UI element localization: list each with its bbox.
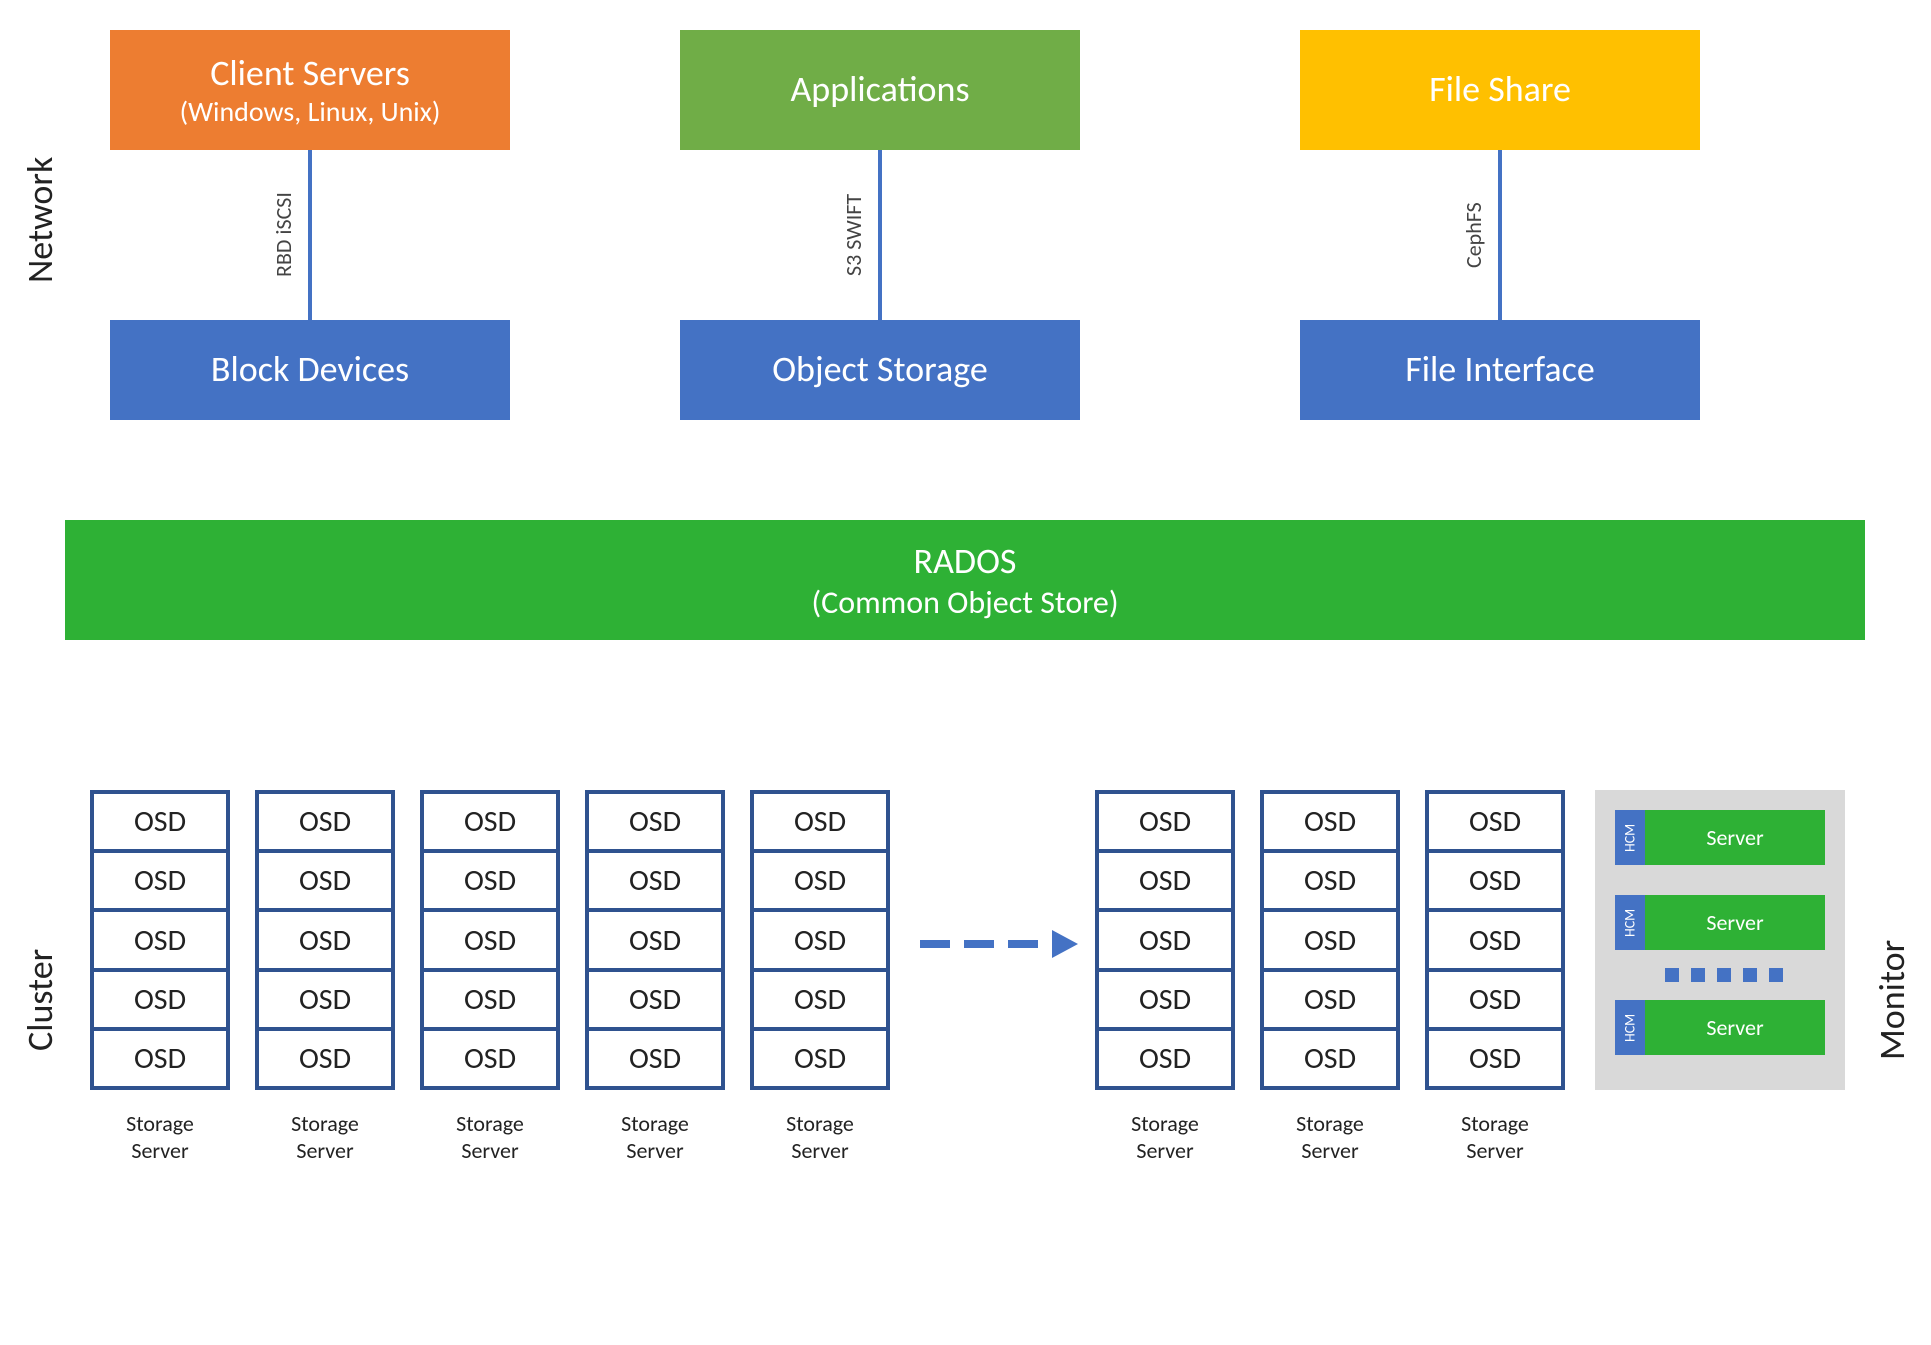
hcm-body: Server — [1645, 810, 1825, 865]
osd-cell: OSD — [94, 794, 226, 853]
osd-cell: OSD — [94, 1031, 226, 1086]
osd-cell: OSD — [754, 1031, 886, 1086]
hcm-tab: HCM — [1615, 810, 1645, 865]
osd-cell: OSD — [259, 912, 391, 971]
section-label-cluster: Cluster — [18, 900, 62, 1100]
section-label-network: Network — [18, 120, 62, 320]
hcm-server-2: HCM Server — [1615, 895, 1825, 950]
osd-cell: OSD — [1429, 972, 1561, 1031]
box-file-interface: File Interface — [1300, 320, 1700, 420]
osd-stack-7: OSDOSDOSDOSDOSD — [1260, 790, 1400, 1090]
applications-title: Applications — [790, 68, 969, 111]
osd-cell: OSD — [754, 794, 886, 853]
storage-server-label-3: StorageServer — [420, 1110, 560, 1164]
rados-title: RADOS — [914, 539, 1017, 583]
file-share-title: File Share — [1429, 68, 1571, 111]
hcm-body: Server — [1645, 895, 1825, 950]
osd-cell: OSD — [589, 853, 721, 912]
connector-label-rbd-iscsi: RBD iSCSI — [270, 170, 297, 300]
connector-s3-swift — [878, 150, 882, 320]
box-applications: Applications — [680, 30, 1080, 150]
osd-cell: OSD — [1429, 794, 1561, 853]
osd-cell: OSD — [424, 972, 556, 1031]
osd-cell: OSD — [259, 972, 391, 1031]
arrow-continuation — [920, 930, 1078, 958]
osd-cell: OSD — [589, 1031, 721, 1086]
osd-cell: OSD — [1099, 912, 1231, 971]
osd-cell: OSD — [259, 853, 391, 912]
hcm-server-3: HCM Server — [1615, 1000, 1825, 1055]
box-block-devices: Block Devices — [110, 320, 510, 420]
osd-cell: OSD — [1429, 1031, 1561, 1086]
osd-cell: OSD — [94, 912, 226, 971]
osd-cell: OSD — [1264, 912, 1396, 971]
osd-cell: OSD — [1099, 972, 1231, 1031]
client-servers-title: Client Servers — [210, 52, 410, 95]
osd-cell: OSD — [424, 794, 556, 853]
osd-stack-8: OSDOSDOSDOSDOSD — [1425, 790, 1565, 1090]
client-servers-subtitle: (Windows, Linux, Unix) — [180, 95, 441, 129]
osd-cell: OSD — [754, 972, 886, 1031]
osd-cell: OSD — [94, 972, 226, 1031]
file-interface-title: File Interface — [1405, 348, 1595, 391]
box-object-storage: Object Storage — [680, 320, 1080, 420]
osd-cell: OSD — [589, 912, 721, 971]
storage-server-label-2: StorageServer — [255, 1110, 395, 1164]
osd-cell: OSD — [754, 912, 886, 971]
storage-server-label-4: StorageServer — [585, 1110, 725, 1164]
osd-stack-2: OSDOSDOSDOSDOSD — [255, 790, 395, 1090]
osd-cell: OSD — [754, 853, 886, 912]
rados-subtitle: (Common Object Store) — [811, 583, 1118, 622]
osd-stack-1: OSDOSDOSDOSDOSD — [90, 790, 230, 1090]
osd-cell: OSD — [424, 912, 556, 971]
osd-stack-3: OSDOSDOSDOSDOSD — [420, 790, 560, 1090]
osd-cell: OSD — [1099, 1031, 1231, 1086]
osd-cell: OSD — [1099, 853, 1231, 912]
storage-server-label-1: StorageServer — [90, 1110, 230, 1164]
block-devices-title: Block Devices — [211, 348, 409, 391]
osd-cell: OSD — [1429, 912, 1561, 971]
osd-cell: OSD — [1264, 853, 1396, 912]
osd-cell: OSD — [1264, 794, 1396, 853]
osd-cell: OSD — [259, 1031, 391, 1086]
object-storage-title: Object Storage — [772, 348, 988, 391]
storage-server-label-8: StorageServer — [1425, 1110, 1565, 1164]
connector-rbd-iscsi — [308, 150, 312, 320]
connector-label-cephfs: CephFS — [1460, 180, 1487, 290]
storage-server-label-5: StorageServer — [750, 1110, 890, 1164]
hcm-tab: HCM — [1615, 1000, 1645, 1055]
storage-server-label-7: StorageServer — [1260, 1110, 1400, 1164]
osd-cell: OSD — [1264, 972, 1396, 1031]
osd-cell: OSD — [94, 853, 226, 912]
osd-cell: OSD — [1264, 1031, 1396, 1086]
osd-cell: OSD — [424, 1031, 556, 1086]
osd-cell: OSD — [424, 853, 556, 912]
box-file-share: File Share — [1300, 30, 1700, 150]
box-rados: RADOS (Common Object Store) — [65, 520, 1865, 640]
osd-stack-4: OSDOSDOSDOSDOSD — [585, 790, 725, 1090]
monitor-ellipsis — [1665, 968, 1783, 982]
connector-label-s3-swift: S3 SWIFT — [840, 170, 867, 300]
osd-cell: OSD — [1099, 794, 1231, 853]
osd-stack-6: OSDOSDOSDOSDOSD — [1095, 790, 1235, 1090]
hcm-body: Server — [1645, 1000, 1825, 1055]
osd-stack-5: OSDOSDOSDOSDOSD — [750, 790, 890, 1090]
hcm-server-1: HCM Server — [1615, 810, 1825, 865]
storage-server-label-6: StorageServer — [1095, 1110, 1235, 1164]
section-label-monitor: Monitor — [1870, 900, 1914, 1100]
diagram-root: Network Cluster Monitor Client Servers (… — [0, 0, 1931, 1345]
osd-cell: OSD — [1429, 853, 1561, 912]
connector-cephfs — [1498, 150, 1502, 320]
osd-cell: OSD — [589, 794, 721, 853]
box-client-servers: Client Servers (Windows, Linux, Unix) — [110, 30, 510, 150]
hcm-tab: HCM — [1615, 895, 1645, 950]
osd-cell: OSD — [259, 794, 391, 853]
osd-cell: OSD — [589, 972, 721, 1031]
